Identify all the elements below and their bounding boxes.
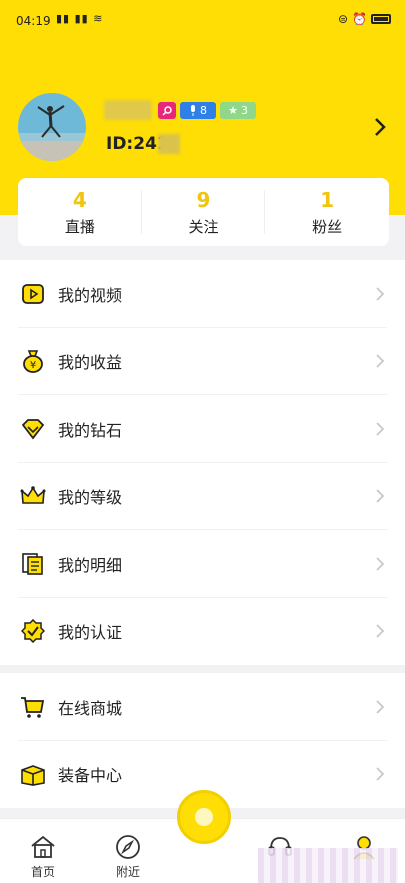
key-icon <box>162 105 172 116</box>
alarm-icon: ⏰ <box>352 12 367 26</box>
money-bag-icon: ¥ <box>20 348 46 374</box>
username-blurred <box>104 100 152 120</box>
star-level-value: 3 <box>240 104 248 117</box>
status-time: 04:19 <box>16 14 51 28</box>
menu-label: 我的视频 <box>58 285 123 305</box>
menu-item-my-earnings[interactable]: ¥ 我的收益 <box>0 328 405 396</box>
menu-item-my-details[interactable]: 我的明细 <box>0 530 405 598</box>
center-live-button[interactable] <box>177 790 231 844</box>
menu-label: 装备中心 <box>58 766 123 786</box>
watermark-overlay <box>258 848 398 883</box>
battery-icon <box>371 14 391 24</box>
stat-live-label: 直播 <box>64 218 95 236</box>
menu-label: 我的等级 <box>58 488 123 508</box>
ledger-icon <box>20 551 46 577</box>
menu-group-shop: 在线商城 装备中心 <box>0 673 405 808</box>
chevron-right-icon <box>376 624 385 638</box>
menu-label: 我的明细 <box>58 555 123 575</box>
menu-label: 在线商城 <box>58 698 123 718</box>
star-level-badge: ★ 3 <box>220 102 256 119</box>
center-live-dot <box>195 808 213 826</box>
menu-item-my-verification[interactable]: 我的认证 <box>0 598 405 666</box>
menu-item-online-mall[interactable]: 在线商城 <box>0 673 405 741</box>
cart-icon <box>20 694 46 720</box>
user-id-blurred <box>158 134 180 154</box>
stat-fans[interactable]: 1 粉丝 <box>265 178 389 246</box>
menu-group-account: 我的视频 ¥ 我的收益 我的钻石 我的等级 我的明细 我的认证 <box>0 260 405 665</box>
home-icon <box>31 835 55 858</box>
star-icon: ★ <box>228 104 238 117</box>
tab-home-label: 首页 <box>30 865 55 879</box>
menu-item-my-level[interactable]: 我的等级 <box>0 463 405 531</box>
tab-nearby-label: 附近 <box>115 865 140 879</box>
chevron-right-icon <box>376 354 385 368</box>
status-right: ⊜ ⏰ <box>338 12 391 26</box>
tab-home[interactable]: 首页 <box>13 833 73 880</box>
stat-following-value: 9 <box>196 188 211 212</box>
stat-following-label: 关注 <box>188 218 219 236</box>
status-bar: 04:19 ▮▮ ▮▮ ≋ ⊜ ⏰ <box>0 0 405 40</box>
mic-level-badge: 8 <box>180 102 216 119</box>
crown-icon <box>20 483 46 509</box>
user-badges: 8 ★ 3 <box>158 102 256 119</box>
signal-icon: ▮▮ ▮▮ ≋ <box>56 12 104 25</box>
tab-nearby[interactable]: 附近 <box>98 833 158 880</box>
chevron-right-icon <box>376 489 385 503</box>
stat-live-value: 4 <box>72 188 87 212</box>
stat-fans-value: 1 <box>320 188 335 212</box>
menu-item-my-diamonds[interactable]: 我的钻石 <box>0 395 405 463</box>
chevron-right-icon <box>376 767 385 781</box>
video-icon <box>20 281 46 307</box>
mic-icon <box>191 105 195 116</box>
gift-box-icon <box>20 761 46 787</box>
menu-label: 我的收益 <box>58 353 123 373</box>
verified-icon <box>20 618 46 644</box>
stat-fans-label: 粉丝 <box>312 218 343 236</box>
menu-label: 我的钻石 <box>58 420 123 440</box>
menu-item-my-videos[interactable]: 我的视频 <box>0 260 405 328</box>
menu-label: 我的认证 <box>58 623 123 643</box>
compass-icon <box>116 835 140 859</box>
stat-live[interactable]: 4 直播 <box>18 178 142 246</box>
chevron-right-icon <box>376 700 385 714</box>
key-badge <box>158 102 176 119</box>
avatar[interactable] <box>18 93 86 161</box>
chevron-right-icon <box>376 422 385 436</box>
svg-text:¥: ¥ <box>30 360 36 371</box>
mic-level-value: 8 <box>200 104 207 117</box>
stats-card: 4 直播 9 关注 1 粉丝 <box>18 178 389 246</box>
chevron-right-icon <box>376 287 385 301</box>
stat-following[interactable]: 9 关注 <box>142 178 266 246</box>
lock-icon: ⊜ <box>337 12 349 26</box>
chevron-right-icon[interactable] <box>371 114 389 140</box>
diamond-icon <box>20 416 46 442</box>
chevron-right-icon <box>376 557 385 571</box>
